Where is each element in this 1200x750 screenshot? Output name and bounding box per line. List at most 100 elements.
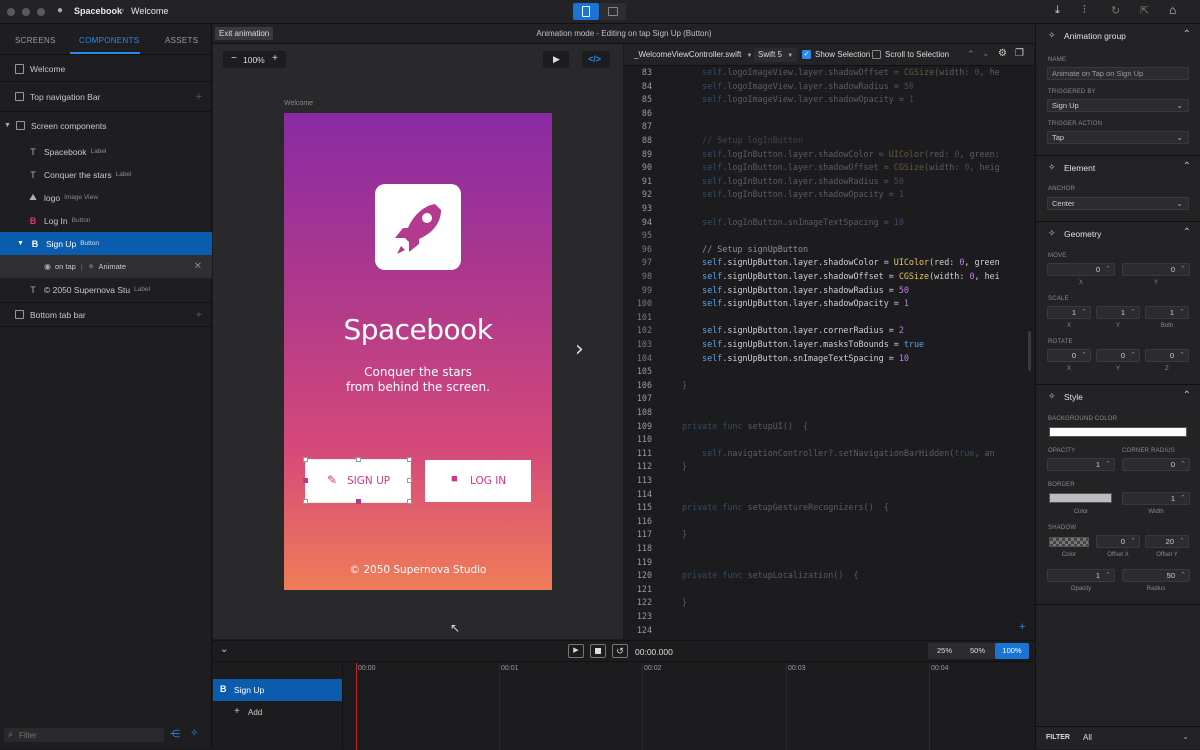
filter-input[interactable] xyxy=(19,728,159,742)
chevron-up-icon[interactable]: ⌃ xyxy=(1183,227,1191,238)
tree-row-footer-label[interactable]: T © 2050 Supernova Stu Label xyxy=(0,278,212,301)
flow-view-toggle[interactable] xyxy=(600,3,626,20)
rotate-y-input[interactable]: 0 xyxy=(1096,349,1140,362)
phone-title[interactable]: Spacebook xyxy=(284,313,552,346)
close-window-button[interactable] xyxy=(7,8,15,16)
breadcrumb-screen[interactable]: Welcome xyxy=(131,6,168,16)
animate-filter-icon[interactable]: ✧ xyxy=(190,728,198,739)
resize-handle[interactable] xyxy=(303,499,308,504)
add-icon[interactable]: + xyxy=(196,91,202,103)
minimize-window-button[interactable] xyxy=(22,8,30,16)
toggle-code-button[interactable]: </> xyxy=(582,51,610,68)
code-editor[interactable]: 83 self.logoImageView.layer.shadowOffset… xyxy=(624,66,1034,639)
collapse-timeline-chevron-icon[interactable]: ⌄ xyxy=(220,644,228,655)
chevron-up-icon[interactable]: ⌃ xyxy=(1183,29,1191,40)
zoom-window-button[interactable] xyxy=(37,8,45,16)
bg-color-swatch[interactable] xyxy=(1049,427,1187,437)
scale-y-input[interactable]: 1 xyxy=(1096,306,1140,319)
timeline-play-button[interactable]: ▶ xyxy=(568,644,584,658)
filter-box[interactable]: ⌕ xyxy=(4,728,164,742)
playhead[interactable] xyxy=(356,663,357,750)
opacity-input[interactable]: 1 xyxy=(1047,458,1115,471)
show-selection-checkbox[interactable]: ✓ xyxy=(802,50,811,59)
tree-row-animation[interactable]: ◉ on tap | ✧ Animate ✕ xyxy=(0,255,212,278)
zoom-50-button[interactable]: 50% xyxy=(961,643,994,659)
phone-subtitle-2[interactable]: from behind the screen. xyxy=(284,380,552,394)
section-element[interactable]: ✧ Element ⌃ xyxy=(1036,155,1200,179)
rotate-z-input[interactable]: 0 xyxy=(1145,349,1189,362)
sliders-icon[interactable]: ⫶ xyxy=(1083,4,1086,17)
tree-row-bottom-tab[interactable]: Bottom tab bar + xyxy=(0,303,212,326)
refresh-icon[interactable]: ↻ xyxy=(1111,4,1120,17)
code-scrollbar[interactable] xyxy=(1028,331,1031,371)
resize-handle[interactable] xyxy=(407,499,412,504)
anchor-select[interactable]: Center ⌄ xyxy=(1047,197,1189,210)
timeline-stop-button[interactable] xyxy=(590,644,606,658)
shadow-color-swatch[interactable] xyxy=(1049,537,1089,547)
shadow-radius-input[interactable]: 50 xyxy=(1122,569,1190,582)
corner-radius-input[interactable]: 0 xyxy=(1122,458,1190,471)
tab-screens[interactable]: SCREENS xyxy=(15,36,56,45)
trigger-action-select[interactable]: Tap ⌄ xyxy=(1047,131,1189,144)
chevron-down-icon[interactable]: ⌄ xyxy=(982,48,990,59)
chevron-up-icon[interactable]: ⌃ xyxy=(1183,390,1191,401)
add-icon[interactable]: + xyxy=(196,309,202,321)
phone-footer[interactable]: © 2050 Supernova Studio xyxy=(284,564,552,576)
download-icon[interactable]: ⤓ xyxy=(1055,4,1060,17)
play-preview-button[interactable]: ▶ xyxy=(543,51,569,68)
border-width-input[interactable]: 1 xyxy=(1122,492,1190,505)
resize-handle[interactable] xyxy=(356,457,361,462)
scale-x-input[interactable]: 1 xyxy=(1047,306,1091,319)
copy-icon[interactable]: ❐ xyxy=(1015,48,1024,59)
tab-components[interactable]: COMPONENTS xyxy=(79,36,139,45)
phone-subtitle-1[interactable]: Conquer the stars xyxy=(284,365,552,379)
graduation-icon[interactable]: ⌂ xyxy=(1169,3,1176,17)
tree-row-login[interactable]: B Log In Button xyxy=(0,209,212,232)
external-icon[interactable]: ⇱ xyxy=(1140,4,1149,17)
login-button[interactable]: ■ LOG IN xyxy=(425,460,531,502)
tree-row-logo[interactable]: ⛰ logo Image View xyxy=(0,186,212,209)
tree-row-signup-selected[interactable]: ▼ B Sign Up Button xyxy=(0,232,212,255)
zoom-in-button[interactable]: + xyxy=(272,53,278,64)
scroll-to-selection-checkbox[interactable] xyxy=(872,50,881,59)
shadow-opacity-input[interactable]: 1 xyxy=(1047,569,1115,582)
zoom-100-button[interactable]: 100% xyxy=(995,643,1029,659)
zoom-25-button[interactable]: 25% xyxy=(928,643,961,659)
track-sign-up[interactable]: B Sign Up xyxy=(213,679,342,701)
timeline-loop-button[interactable]: ↺ xyxy=(612,644,628,658)
next-screen-chevron-icon[interactable]: › xyxy=(575,337,584,362)
tree-row-top-nav[interactable]: Top navigation Bar + xyxy=(0,85,212,108)
zoom-out-button[interactable]: − xyxy=(231,53,237,64)
tab-assets[interactable]: ASSETS xyxy=(165,36,198,45)
shadow-offset-x-input[interactable]: 0 xyxy=(1096,535,1140,548)
exit-animation-button[interactable]: Exit animation xyxy=(215,27,274,40)
disclosure-down-icon[interactable]: ▼ xyxy=(17,240,24,247)
device-view-toggle[interactable] xyxy=(573,3,599,20)
resize-handle[interactable] xyxy=(356,499,361,504)
tree-row-welcome[interactable]: Welcome xyxy=(0,57,212,80)
filter-select[interactable]: All ⌄ xyxy=(1080,731,1192,745)
chevron-up-icon[interactable]: ⌃ xyxy=(967,49,975,60)
add-track-button[interactable]: + Add xyxy=(213,703,342,723)
file-selector[interactable]: _WelcomeViewController.swift ▼ xyxy=(630,48,757,62)
resize-handle[interactable] xyxy=(303,457,308,462)
section-animation-group[interactable]: ✧ Animation group ⌃ xyxy=(1036,24,1200,48)
logo-image[interactable] xyxy=(375,184,461,270)
tree-row-spacebook-label[interactable]: T Spacebook Label xyxy=(0,140,212,163)
section-style[interactable]: ✧ Style ⌃ xyxy=(1036,384,1200,408)
chevron-up-icon[interactable]: ⌃ xyxy=(1183,161,1191,172)
language-selector[interactable]: Swift 5 ▼ xyxy=(754,48,798,62)
name-field[interactable]: Animate on Tap on Sign Up xyxy=(1047,67,1189,80)
settings-gear-icon[interactable]: ⚙ xyxy=(998,48,1007,59)
tree-row-conquer-label[interactable]: T Conquer the stars Label xyxy=(0,163,212,186)
resize-handle[interactable] xyxy=(407,457,412,462)
resize-handle[interactable] xyxy=(407,478,412,483)
move-y-input[interactable]: 0 xyxy=(1122,263,1190,276)
remove-animation-icon[interactable]: ✕ xyxy=(194,261,202,272)
resize-handle[interactable] xyxy=(303,478,308,483)
add-code-icon[interactable]: + xyxy=(1019,621,1025,633)
rotate-x-input[interactable]: 0 xyxy=(1047,349,1091,362)
disclosure-down-icon[interactable]: ▼ xyxy=(4,122,11,129)
scale-both-input[interactable]: 1 xyxy=(1145,306,1189,319)
move-x-input[interactable]: 0 xyxy=(1047,263,1115,276)
